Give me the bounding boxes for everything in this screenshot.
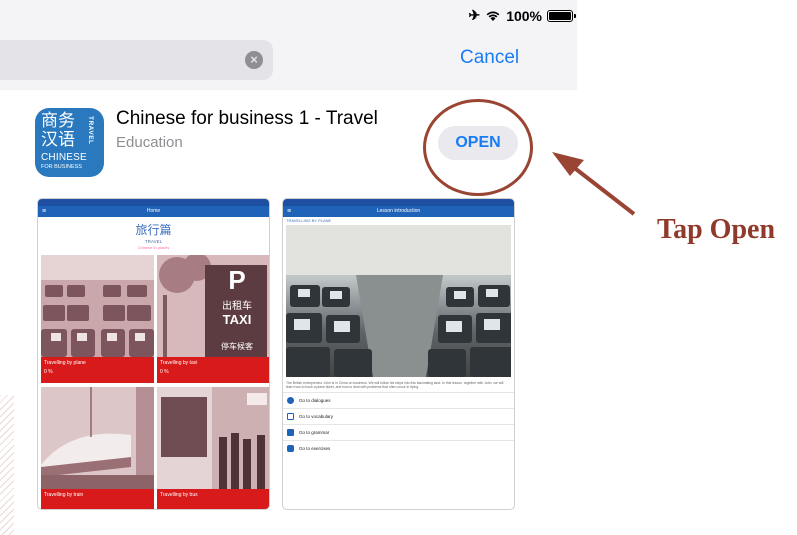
item-label: Go to vocabulary	[299, 413, 334, 419]
item-label: Go to dialogues	[299, 397, 331, 403]
item-label: Go to exercises	[299, 445, 331, 451]
tile-plane: Travelling by plane 0 %	[41, 255, 154, 383]
go-to-vocabulary-item[interactable]: Go to vocabulary	[283, 407, 514, 424]
mini-nav-title: Home	[146, 208, 161, 214]
lesson-description: The British entrepreneur John is in Chin…	[286, 381, 504, 390]
taxi-sign-p: P	[228, 265, 246, 295]
app-category: Education	[116, 134, 183, 151]
tile-bus: Travelling by bus	[157, 387, 269, 509]
battery-percent: 100%	[506, 7, 542, 24]
decorative-hatch	[0, 395, 14, 535]
icon-text-zh2: 汉语	[41, 130, 75, 150]
tile-caption: Travelling by plane 0 %	[41, 357, 154, 383]
icon-text-chinese: CHINESE	[41, 152, 87, 163]
graduation-cap-icon	[287, 444, 294, 452]
status-indicators: ✈ 100%	[468, 7, 576, 24]
app-screenshot-home[interactable]: ≡ Home 旅行篇 TRAVEL Chinese in places Trav…	[37, 198, 270, 510]
app-screenshot-lesson[interactable]: ≡ Lesson introduction TRAVELLING BY PLAN…	[282, 198, 515, 510]
plane-cabin-image	[286, 225, 511, 377]
bus-image	[157, 387, 269, 489]
mini-nav-bar: ≡ Home	[38, 206, 269, 217]
edit-icon	[287, 412, 294, 420]
clear-icon[interactable]: ×	[245, 51, 263, 69]
taxi-sign-zh2: 停车候客	[221, 342, 253, 351]
taxi-sign-en: TAXI	[222, 312, 252, 327]
go-to-exercises-item[interactable]: Go to exercises	[283, 439, 514, 456]
mini-status-bar	[38, 199, 269, 206]
icon-text-forbusiness: FOR BUSINESS	[41, 164, 82, 170]
tile-progress: 0 %	[160, 369, 169, 375]
mini-heading: 旅行篇	[135, 223, 172, 237]
item-label: Go to grammar	[299, 429, 330, 435]
plane-seats-image	[41, 255, 154, 357]
tile-title: Travelling by train	[44, 492, 84, 498]
cancel-button[interactable]: Cancel	[460, 47, 519, 69]
app-store-panel: ✈ 100% × Cancel 商务 汉语 TRAVEL CHINESE FOR…	[0, 0, 577, 535]
taxi-sign-zh: 出租车	[222, 301, 252, 312]
menu-icon: ≡	[42, 208, 47, 215]
mini-nav-title: Lesson introduction	[376, 208, 421, 214]
status-bar: ✈ 100%	[0, 0, 577, 30]
app-icon[interactable]: 商务 汉语 TRAVEL CHINESE FOR BUSINESS	[35, 108, 104, 177]
airplane-icon: ✈	[468, 7, 481, 23]
search-input[interactable]: ×	[0, 40, 273, 80]
tile-caption: Travelling by train	[41, 489, 154, 509]
tile-title: Travelling by bus	[160, 492, 198, 498]
tile-train: Travelling by train	[41, 387, 154, 509]
battery-icon	[547, 9, 576, 22]
icon-text-travel: TRAVEL	[87, 116, 94, 145]
icon-text-zh1: 商务	[41, 111, 75, 131]
tile-caption: Travelling by bus	[157, 489, 269, 509]
tile-caption: Travelling by taxi 0 %	[157, 357, 269, 383]
tap-open-label: Tap Open	[657, 214, 776, 245]
wifi-icon	[486, 11, 500, 21]
mini-section-title: TRAVELLING BY PLANE	[286, 218, 332, 223]
tile-taxi: P 出租车 TAXI 停车候客 Travelling by taxi 0 %	[157, 255, 269, 383]
go-to-grammar-item[interactable]: Go to grammar	[283, 423, 514, 440]
tile-progress: 0 %	[44, 369, 53, 375]
mini-subheading: TRAVEL	[144, 239, 163, 244]
tile-title: Travelling by taxi	[160, 360, 198, 366]
menu-icon: ≡	[287, 208, 292, 215]
search-bar: × Cancel	[0, 30, 577, 90]
train-image	[41, 387, 154, 489]
app-title[interactable]: Chinese for business 1 - Travel	[116, 108, 378, 130]
open-highlight-circle	[423, 99, 533, 196]
tile-title: Travelling by plane	[44, 360, 86, 366]
mini-subheading-2: Chinese in places	[137, 245, 170, 250]
chat-icon	[287, 396, 294, 404]
cube-icon	[287, 428, 294, 436]
mini-nav-bar: ≡ Lesson introduction	[283, 206, 514, 217]
go-to-dialogues-item[interactable]: Go to dialogues	[283, 391, 514, 408]
mini-status-bar	[283, 199, 514, 206]
